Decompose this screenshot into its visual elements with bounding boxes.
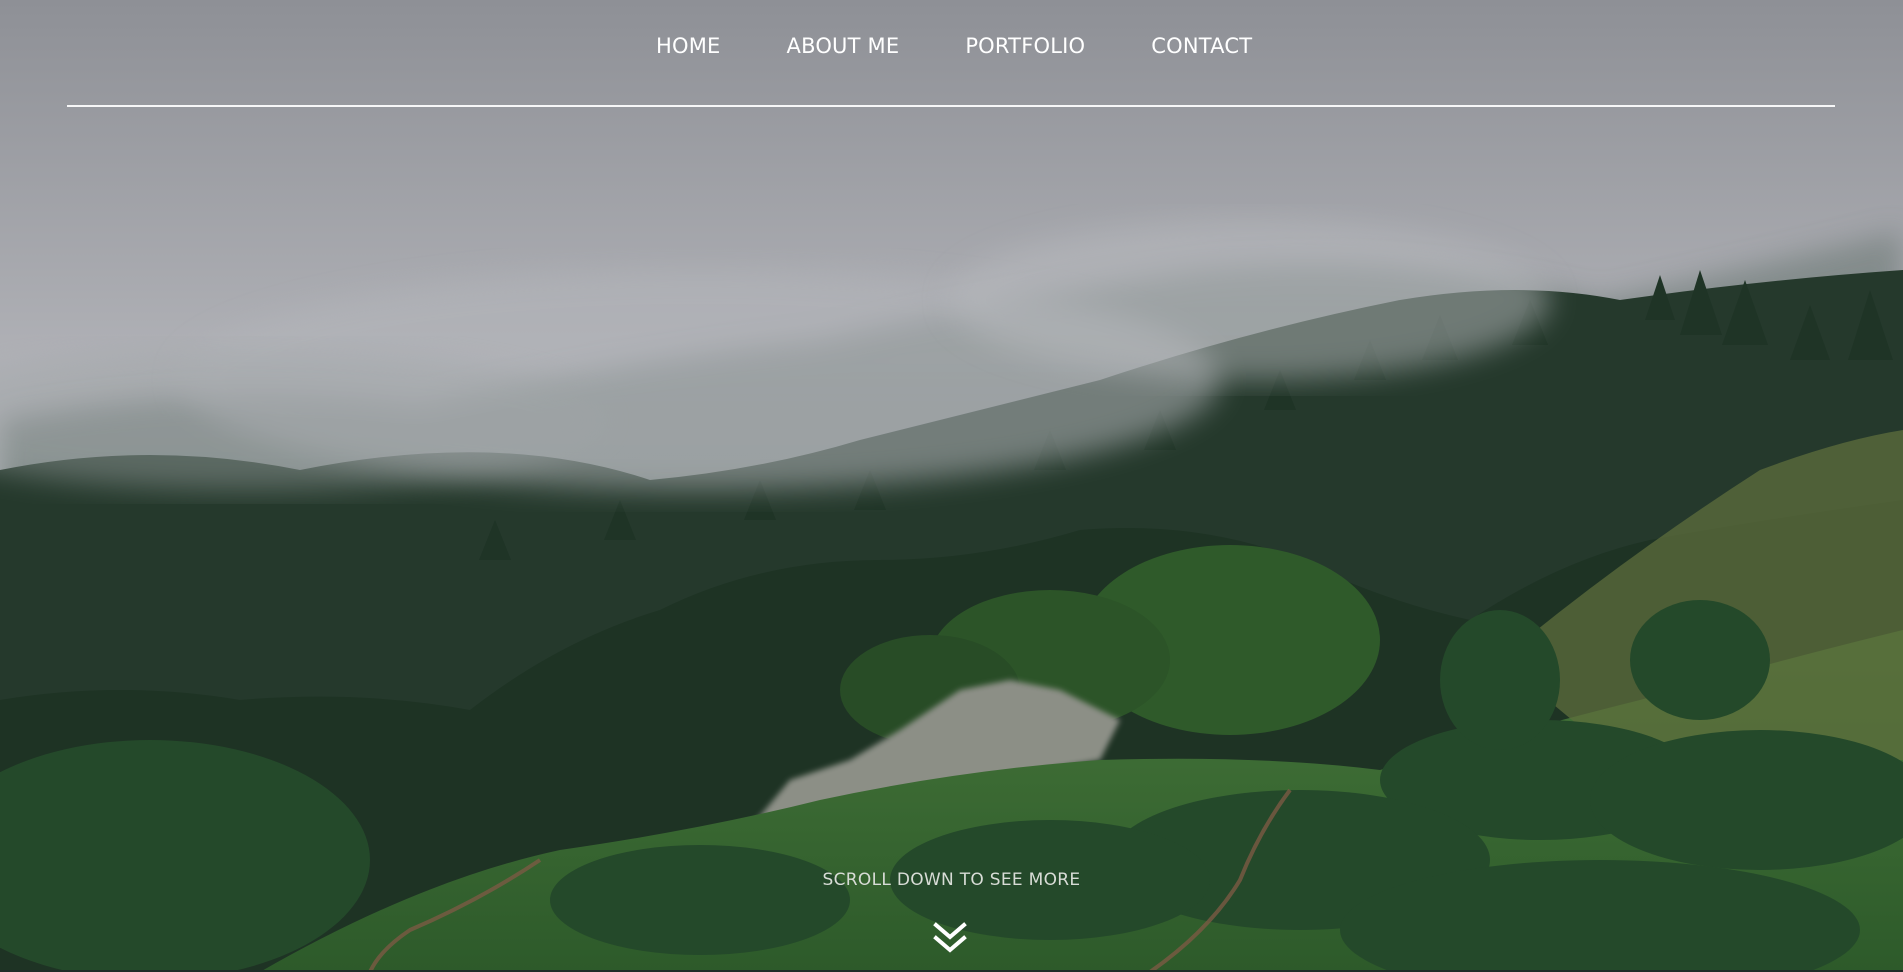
hero-section: HOME ABOUT ME PORTFOLIO CONTACT SCROLL D… xyxy=(0,0,1903,972)
nav-link-home[interactable]: HOME xyxy=(656,34,721,58)
scroll-hint-text[interactable]: SCROLL DOWN TO SEE MORE xyxy=(0,870,1903,890)
double-chevron-down-icon[interactable] xyxy=(932,920,968,956)
hero-background-image xyxy=(0,0,1903,972)
nav-divider xyxy=(67,105,1835,107)
nav-links: HOME ABOUT ME PORTFOLIO CONTACT xyxy=(656,34,1252,58)
nav-link-portfolio[interactable]: PORTFOLIO xyxy=(965,34,1085,58)
nav-link-about-me[interactable]: ABOUT ME xyxy=(787,34,900,58)
top-navigation: HOME ABOUT ME PORTFOLIO CONTACT xyxy=(0,0,1903,108)
nav-link-contact[interactable]: CONTACT xyxy=(1151,34,1252,58)
